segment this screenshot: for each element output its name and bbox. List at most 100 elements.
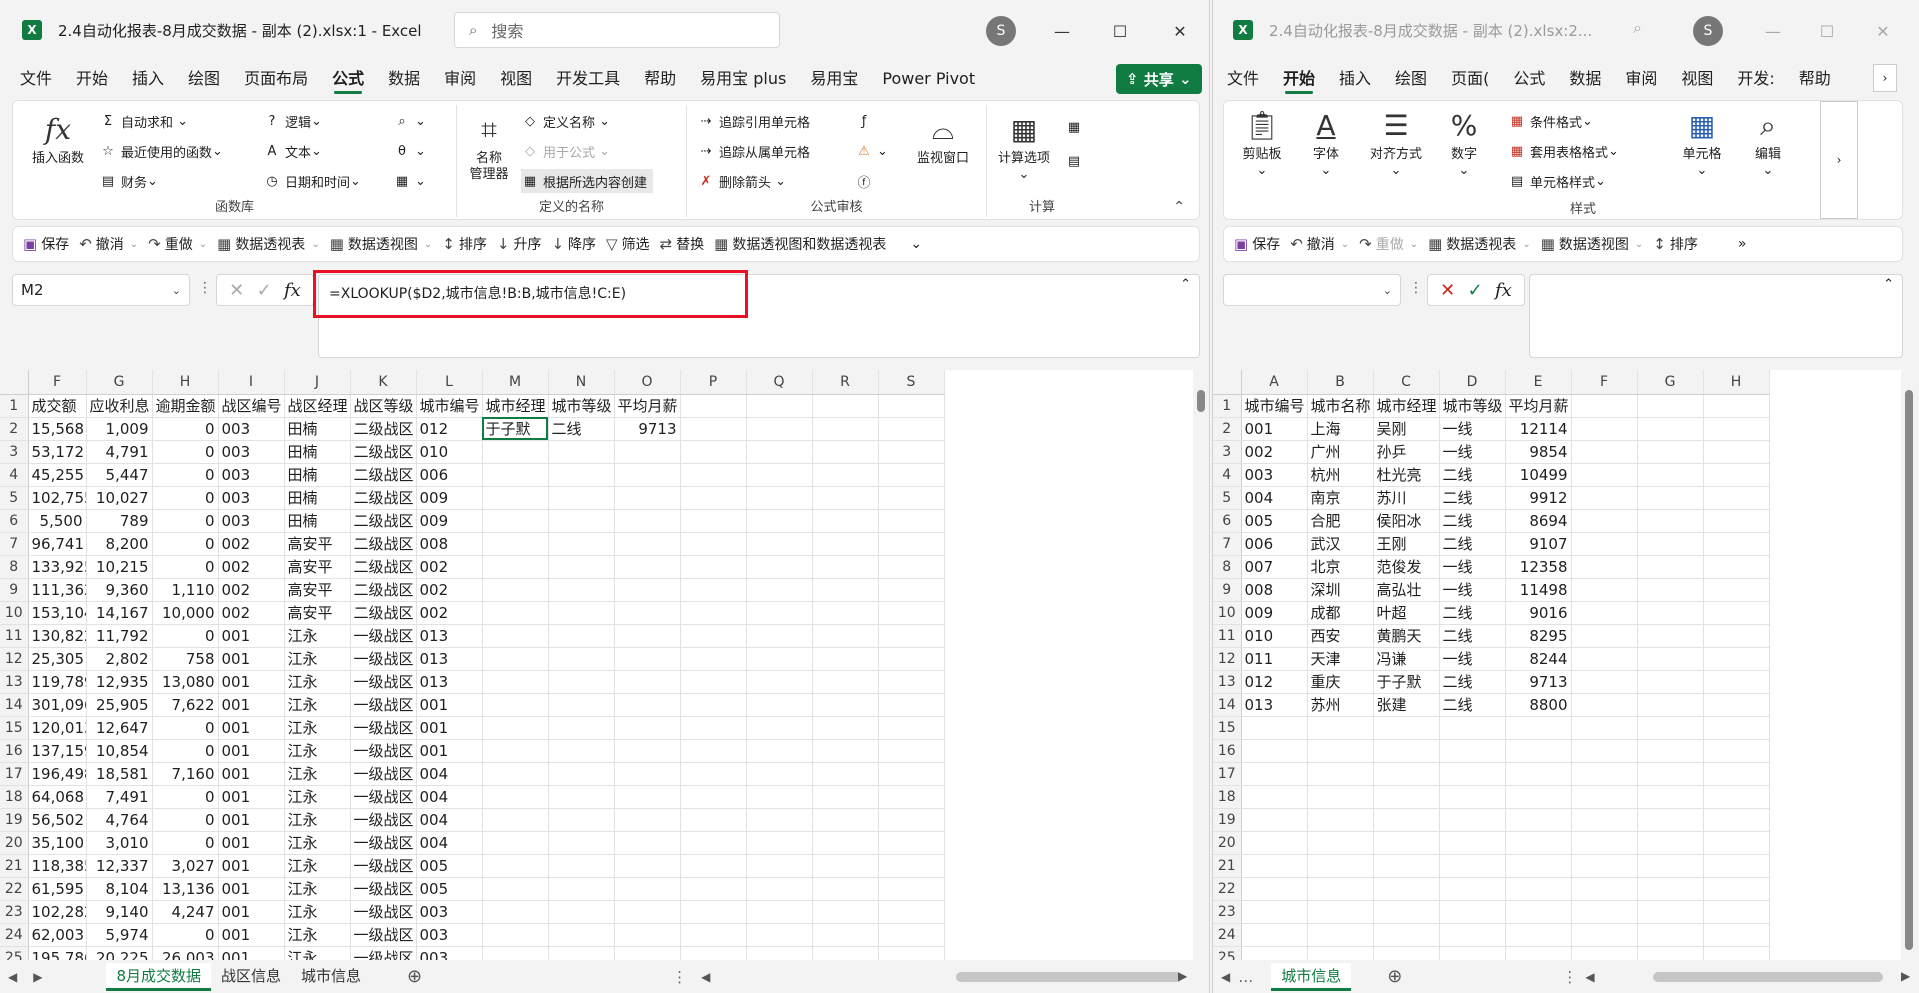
cell[interactable]: 江永 (284, 739, 351, 763)
cell[interactable] (1571, 923, 1638, 947)
cell[interactable] (746, 624, 813, 648)
cell[interactable] (1505, 946, 1572, 960)
cell[interactable] (746, 854, 813, 878)
next-sheet-icon[interactable]: ▶ (33, 970, 42, 984)
cell[interactable] (812, 831, 879, 855)
cell[interactable] (746, 601, 813, 625)
cell[interactable]: 0 (152, 831, 219, 855)
cell[interactable] (746, 693, 813, 717)
row-header[interactable]: 5 (1213, 486, 1242, 510)
cell[interactable]: 004 (416, 808, 483, 832)
cell[interactable]: 002 (416, 601, 483, 625)
cell[interactable]: 007 (1241, 555, 1308, 579)
cell[interactable]: 战区等级 (350, 394, 417, 418)
row-header[interactable]: 24 (0, 923, 29, 947)
cell[interactable] (482, 831, 549, 855)
cell[interactable]: 于子默 (1373, 670, 1440, 694)
cell[interactable]: 上海 (1307, 417, 1374, 441)
row-header[interactable]: 20 (1213, 831, 1242, 855)
qat-pivot-button[interactable]: ▦ 数据透视表 ⌄ (1428, 234, 1531, 254)
search-box[interactable]: ⌕ 搜索 (454, 12, 780, 48)
cell[interactable]: 二线 (1439, 601, 1506, 625)
cell[interactable]: 1,110 (152, 578, 219, 602)
column-header[interactable]: E (1505, 370, 1572, 395)
cell[interactable]: 010 (1241, 624, 1308, 648)
cell[interactable] (746, 578, 813, 602)
prev-sheet-icon[interactable]: ◀ (1221, 970, 1230, 984)
cell[interactable] (812, 463, 879, 487)
cell[interactable] (680, 808, 747, 832)
qat-redo-button[interactable]: ↷ 重做 ⌄ (1359, 234, 1418, 254)
cell[interactable] (482, 854, 549, 878)
cell[interactable] (1505, 923, 1572, 947)
cond-format-button[interactable]: ▦ 条件格式 ⌄ (1508, 109, 1593, 133)
row-header[interactable]: 14 (1213, 693, 1242, 717)
cell[interactable]: 010 (416, 440, 483, 464)
cell[interactable]: 9713 (1505, 670, 1572, 694)
qat-sort-button[interactable]: ↕ 排序 (1653, 234, 1698, 254)
cell[interactable] (1703, 854, 1770, 878)
cell[interactable] (548, 555, 615, 579)
cell[interactable]: 一级战区 (350, 831, 417, 855)
cell[interactable] (1703, 624, 1770, 648)
cell[interactable] (548, 923, 615, 947)
cell[interactable]: 江永 (284, 647, 351, 671)
math-button[interactable]: θ ⌄ (393, 139, 426, 163)
row-header[interactable]: 7 (1213, 532, 1242, 556)
cell[interactable] (746, 762, 813, 786)
cell[interactable]: 应收利息 (86, 394, 153, 418)
cell[interactable]: 一级战区 (350, 693, 417, 717)
cell[interactable]: 013 (416, 624, 483, 648)
cell[interactable]: 9107 (1505, 532, 1572, 556)
cell[interactable] (680, 670, 747, 694)
cell[interactable]: 江永 (284, 808, 351, 832)
cell[interactable]: 城市编号 (416, 394, 483, 418)
cell[interactable]: 009 (416, 509, 483, 533)
cell[interactable] (1571, 900, 1638, 924)
cell[interactable]: 孙乒 (1373, 440, 1440, 464)
cell[interactable] (482, 486, 549, 510)
row-header[interactable]: 25 (1213, 946, 1242, 960)
insert-function-button[interactable]: fx 插入函数 (27, 111, 89, 167)
row-header[interactable]: 15 (0, 716, 29, 740)
cell[interactable] (1571, 808, 1638, 832)
scroll-right-icon[interactable]: ▶ (1178, 969, 1187, 983)
cell[interactable] (1373, 785, 1440, 809)
cell[interactable]: 二级战区 (350, 417, 417, 441)
cell[interactable]: 009 (1241, 601, 1308, 625)
cell[interactable] (1571, 716, 1638, 740)
cell[interactable]: 9713 (614, 417, 681, 441)
cell[interactable]: 009 (416, 486, 483, 510)
formula-input[interactable]: ⌃ (1529, 274, 1903, 358)
cell[interactable] (1637, 394, 1704, 418)
column-header[interactable]: G (1637, 370, 1704, 395)
cell[interactable] (746, 785, 813, 809)
cell[interactable] (1571, 785, 1638, 809)
row-header[interactable]: 16 (0, 739, 29, 763)
search-icon[interactable]: ⌕ (1633, 18, 1642, 38)
cell[interactable] (1307, 923, 1374, 947)
name-manager-button[interactable]: ⌗ 名称 管理器 (463, 111, 515, 183)
cell[interactable]: 26,003 (152, 946, 219, 960)
cell[interactable]: 4,247 (152, 900, 219, 924)
qat-undo-button[interactable]: ↶ 撤消 ⌄ (1290, 234, 1349, 254)
cell[interactable]: 11498 (1505, 578, 1572, 602)
cell[interactable] (1571, 762, 1638, 786)
tab-12[interactable]: 易用宝 (798, 64, 870, 94)
cell[interactable] (1703, 555, 1770, 579)
logic-button[interactable]: ? 逻辑 ⌄ (263, 109, 322, 133)
column-header[interactable]: Q (746, 370, 813, 395)
add-sheet-icon[interactable]: ⊕ (407, 966, 422, 987)
cell[interactable]: 一级战区 (350, 716, 417, 740)
cell[interactable] (1307, 808, 1374, 832)
cell[interactable] (614, 578, 681, 602)
cell[interactable] (680, 532, 747, 556)
cell[interactable]: 城市经理 (482, 394, 549, 418)
define-name-button[interactable]: ◇ 定义名称 ⌄ (521, 109, 610, 133)
row-header[interactable]: 7 (0, 532, 29, 556)
cell[interactable] (614, 486, 681, 510)
column-header[interactable]: O (614, 370, 681, 395)
cell[interactable] (1637, 463, 1704, 487)
cell[interactable]: 二级战区 (350, 578, 417, 602)
cell[interactable]: 苏州 (1307, 693, 1374, 717)
